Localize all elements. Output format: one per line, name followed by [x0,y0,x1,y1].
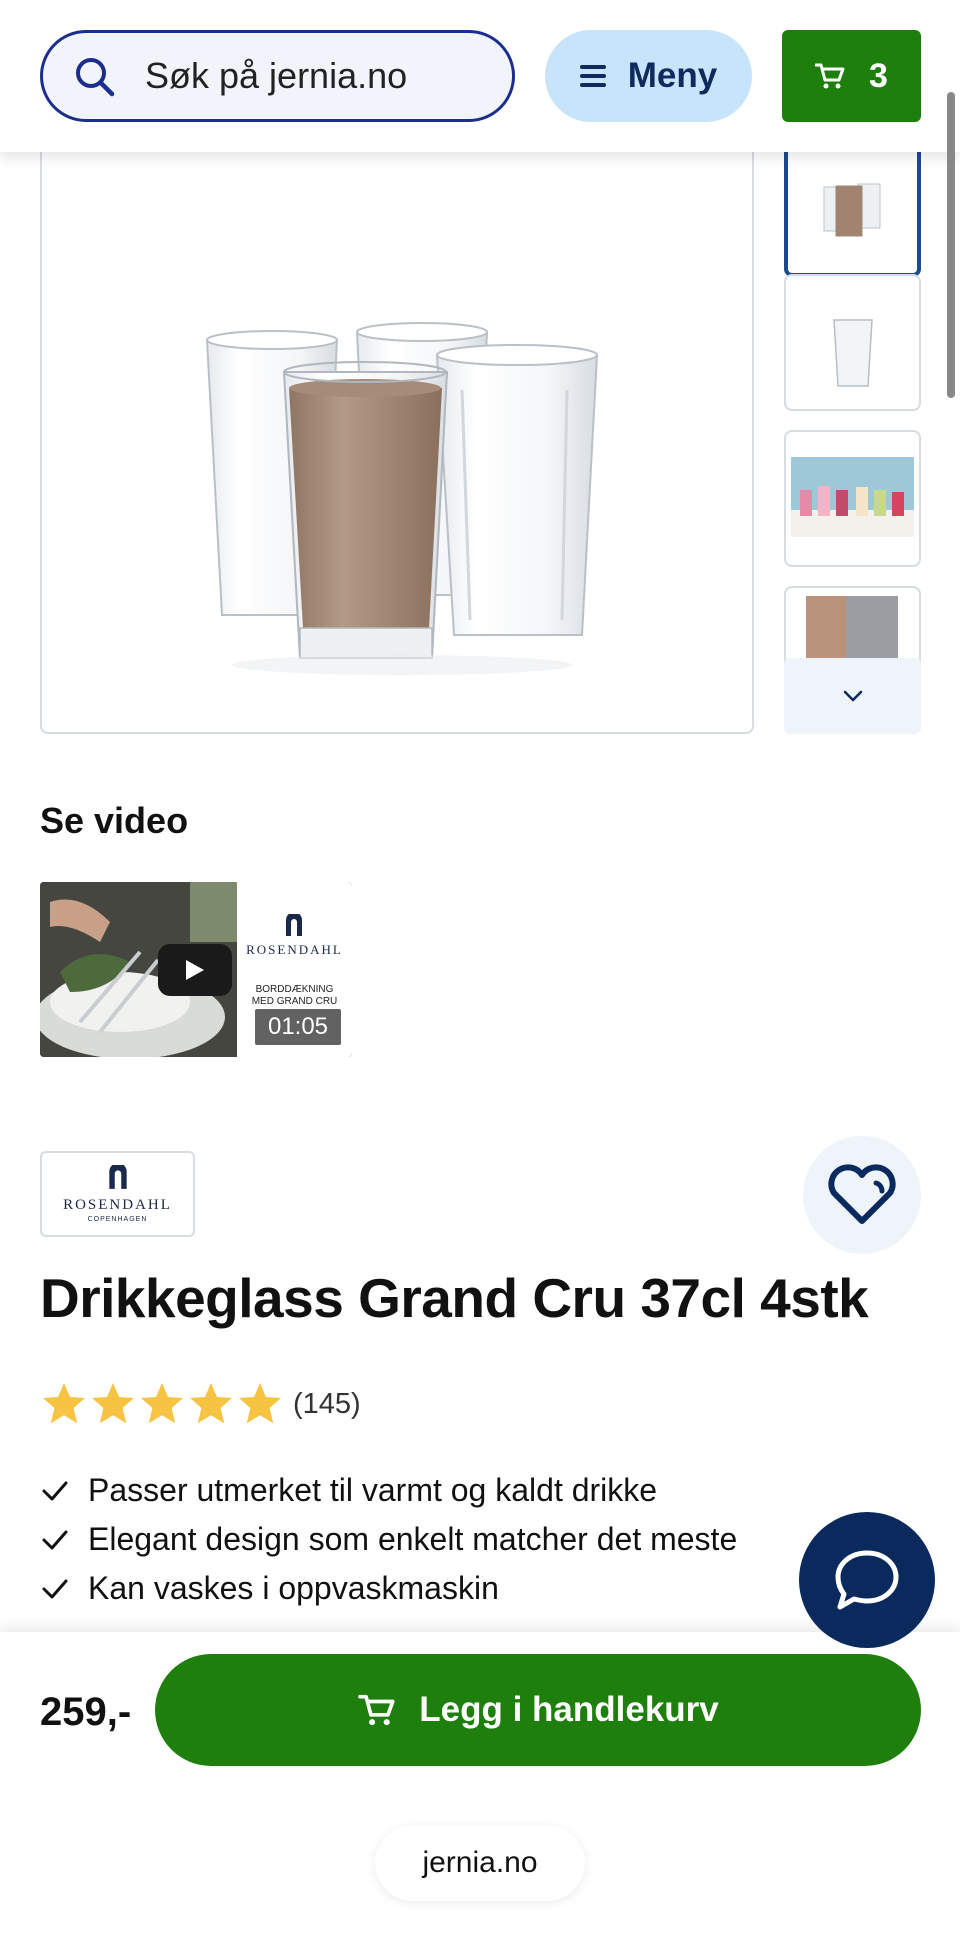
cart-count: 3 [869,56,888,95]
star-icon [190,1383,232,1424]
feature-text: Kan vaskes i oppvaskmaskin [88,1570,499,1606]
rating-count: (145) [293,1387,361,1420]
add-to-cart-button[interactable]: Legg i handlekurv [155,1654,921,1766]
glasses-image [205,322,599,675]
thumbnail-image [791,457,914,537]
product-title: Drikkeglass Grand Cru 37cl 4stk [40,1267,869,1329]
thumbnail-2[interactable] [784,274,921,411]
chat-bubble-icon [835,1550,899,1610]
product-main-image[interactable] [40,140,754,734]
rosendahl-logo [108,1165,127,1189]
feature-text: Passer utmerket til varmt og kaldt drikk… [88,1472,658,1508]
heart-icon [828,1164,896,1224]
search-placeholder: Søk på jernia.no [145,55,408,96]
feature-item: Passer utmerket til varmt og kaldt drikk… [40,1466,840,1515]
chevron-down-icon [843,690,862,702]
play-icon [186,960,204,980]
menu-label: Meny [627,56,718,95]
search-icon [76,58,115,97]
site-header: Søk på jernia.no Meny 3 [0,0,960,152]
thumbnail-3[interactable] [784,430,921,567]
check-icon [42,1481,68,1500]
add-to-cart-label: Legg i handlekurv [419,1690,719,1729]
browser-url-bar[interactable]: jernia.no [375,1825,585,1901]
thumbnail-image [823,183,881,237]
brand-sub: COPENHAGEN [87,1216,148,1223]
cart-icon [815,63,845,89]
rosendahl-logo [286,914,302,936]
star-icon [43,1383,85,1424]
feature-list: Passer utmerket til varmt og kaldt drikk… [40,1466,840,1613]
video-caption: BORDDÆKNING MED GRAND CRU [237,984,352,1008]
thumbnail-1[interactable] [784,140,921,277]
star-icon [239,1383,281,1424]
star-icon [92,1383,134,1424]
thumbnails-scroll-down-button[interactable] [784,658,921,734]
cart-button[interactable]: 3 [782,30,921,122]
product-price: 259,- [40,1690,132,1734]
brand-name: ROSENDAHL [63,1197,172,1213]
check-icon [42,1530,68,1549]
feature-item: Elegant design som enkelt matcher det me… [40,1515,840,1564]
chat-button[interactable] [799,1512,935,1648]
page-scrollbar[interactable] [947,92,955,398]
video-thumbnail[interactable]: ROSENDAHL BORDDÆKNING MED GRAND CRU 01:0… [40,882,352,1057]
video-heading: Se video [40,800,189,841]
brand-logo-link[interactable]: ROSENDAHL COPENHAGEN [40,1151,195,1237]
check-icon [42,1579,68,1598]
product-rating[interactable]: (145) [40,1380,361,1428]
hamburger-icon [579,65,606,87]
feature-text: Elegant design som enkelt matcher det me… [88,1521,738,1557]
purchase-bar: 259,- Legg i handlekurv jernia.no [0,1632,960,1937]
feature-item: Kan vaskes i oppvaskmaskin [40,1564,840,1613]
favorite-button[interactable] [803,1136,921,1254]
cart-icon [358,1694,395,1726]
video-caption-line-1: BORDDÆKNING [255,984,334,995]
search-input[interactable]: Søk på jernia.no [40,30,515,122]
menu-button[interactable]: Meny [545,30,752,122]
video-duration: 01:05 [255,1009,341,1045]
video-caption-line-2: MED GRAND CRU [251,996,338,1007]
video-brand-name: ROSENDAHL [246,942,343,957]
star-icon [141,1383,183,1424]
thumbnail-image [833,319,873,387]
play-button[interactable] [158,944,232,996]
